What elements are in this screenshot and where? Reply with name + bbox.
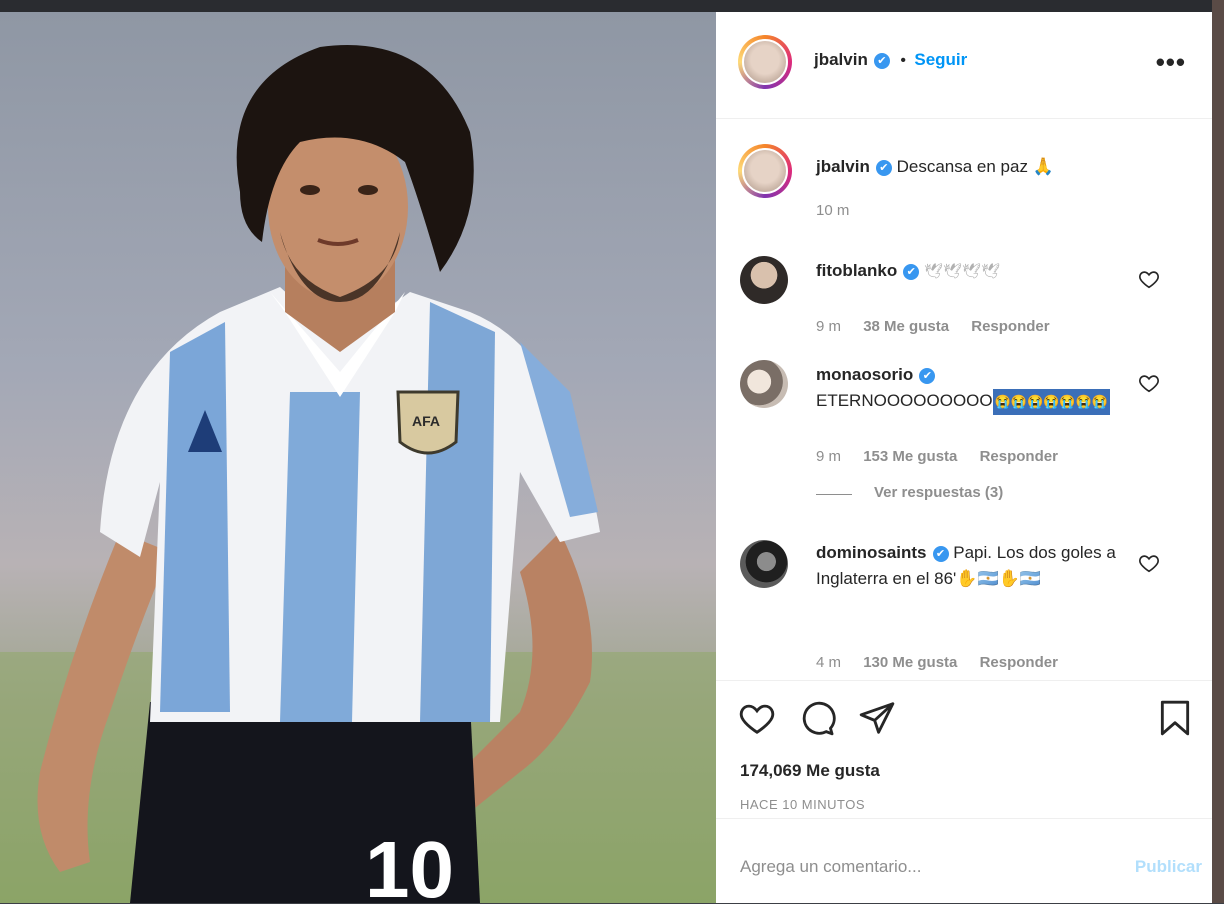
follow-button[interactable]: Seguir	[914, 50, 967, 69]
more-dots-icon[interactable]: •••	[1156, 49, 1186, 75]
comment-author[interactable]: monaosorio	[816, 365, 913, 384]
comment-like-heart-icon[interactable]	[1138, 372, 1160, 394]
comment-meta: 9 m 153 Me gusta Responder	[816, 448, 1076, 465]
comment-time: 9 m	[816, 318, 842, 335]
comment-likes[interactable]: 153 Me gusta	[863, 448, 957, 465]
post-details-panel: jbalvin ✔ • Seguir ••• jbalvin ✔ Descansa …	[716, 12, 1212, 903]
afa-badge-text: AFA	[412, 413, 440, 429]
post-header: jbalvin ✔ • Seguir •••	[716, 12, 1212, 119]
page-edge	[1212, 0, 1224, 903]
comment-body: fitoblanko ✔ 🕊🕊🕊🕊	[816, 258, 1136, 285]
reply-button[interactable]: Responder	[971, 318, 1049, 335]
jersey-number: 10	[365, 825, 454, 903]
commenter-avatar[interactable]	[740, 360, 788, 408]
comment-text: 🕊🕊🕊🕊	[923, 263, 1001, 280]
caption-text: Descansa en paz 🙏	[896, 157, 1054, 176]
caption-author[interactable]: jbalvin	[816, 157, 870, 176]
commenter-avatar[interactable]	[740, 540, 788, 588]
likes-count[interactable]: 174,069 Me gusta	[740, 761, 880, 781]
comment-meta: 9 m 38 Me gusta Responder	[816, 318, 1068, 335]
comment-likes[interactable]: 38 Me gusta	[863, 318, 949, 335]
reply-button[interactable]: Responder	[980, 448, 1058, 465]
view-replies-button[interactable]: Ver respuestas (3)	[874, 484, 1003, 501]
comment-like-heart-icon[interactable]	[1138, 268, 1160, 290]
comment-input[interactable]: Agrega un comentario...	[740, 857, 921, 877]
comment-time: 4 m	[816, 654, 842, 671]
publish-button[interactable]: Publicar	[1135, 857, 1202, 877]
verified-badge-icon: ✔	[903, 264, 920, 280]
comment-text: ETERNOOOOOOOOO	[816, 391, 993, 410]
player-illustration: 10 AFA	[0, 45, 716, 903]
caption-body: jbalvin ✔ Descansa en paz 🙏	[816, 154, 1136, 180]
bookmark-icon[interactable]	[1156, 699, 1194, 737]
send-icon[interactable]	[858, 699, 896, 737]
reply-button[interactable]: Responder	[980, 654, 1058, 671]
author-username[interactable]: jbalvin	[814, 50, 868, 69]
comment-like-heart-icon[interactable]	[1138, 552, 1160, 574]
comment-likes[interactable]: 130 Me gusta	[863, 654, 957, 671]
caption-time: 10 m	[816, 202, 850, 219]
comment-time: 9 m	[816, 448, 842, 465]
comment-author[interactable]: dominosaints	[816, 543, 927, 562]
verified-badge-icon: ✔	[919, 368, 936, 384]
verified-badge-icon: ✔	[873, 53, 890, 69]
posted-time: HACE 10 MINUTOS	[740, 797, 866, 812]
caption-author-avatar[interactable]	[738, 144, 792, 198]
post-photo[interactable]: 10 AFA	[0, 12, 716, 903]
comment-author[interactable]: fitoblanko	[816, 261, 897, 280]
heart-icon[interactable]	[738, 699, 776, 737]
comment-meta: 4 m 130 Me gusta Responder	[816, 654, 1076, 671]
comment-body: monaosorio ✔ ETERNOOOOOOOOO 😭😭😭😭😭😭😭	[816, 362, 1136, 415]
separator-dot: •	[900, 52, 906, 69]
verified-badge-icon: ✔	[932, 546, 949, 562]
comment-body: dominosaints ✔ Papi. Los dos goles a Ingl…	[816, 540, 1136, 592]
commenter-avatar[interactable]	[740, 256, 788, 304]
author-avatar[interactable]	[738, 35, 792, 89]
comment-emoji-run: 😭😭😭😭😭😭😭	[992, 389, 1110, 415]
replies-divider	[816, 494, 852, 495]
add-comment-bar: Agrega un comentario... Publicar	[716, 818, 1212, 904]
comment-icon[interactable]	[798, 699, 836, 737]
browser-top-strip	[0, 0, 1224, 12]
header-author-line: jbalvin ✔ • Seguir	[814, 50, 967, 70]
verified-badge-icon: ✔	[875, 160, 892, 176]
